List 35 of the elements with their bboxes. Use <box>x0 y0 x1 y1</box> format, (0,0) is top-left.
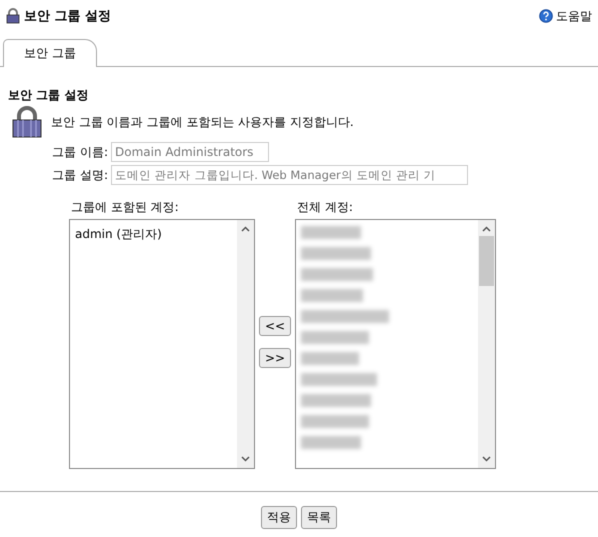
list-item[interactable]: admin (관리자) <box>75 226 232 243</box>
blurred-list-item <box>301 436 362 449</box>
blurred-list-item <box>301 289 364 302</box>
list-label: 그룹에 포함된 계정: <box>70 199 180 216</box>
scrollbar[interactable] <box>237 220 254 468</box>
action-button[interactable]: 적용 <box>261 506 297 529</box>
blurred-list-item <box>301 394 372 407</box>
scroll-up-icon[interactable] <box>482 226 492 232</box>
move-button[interactable]: >> <box>259 348 292 368</box>
blurred-list-item <box>301 352 360 365</box>
blurred-list-item <box>301 415 370 428</box>
move-button[interactable]: << <box>259 316 292 336</box>
blurred-list-item <box>301 331 370 344</box>
scrollbar[interactable] <box>478 220 496 468</box>
list-label: 전체 계정: <box>296 199 354 216</box>
lock-icon <box>6 8 20 24</box>
field-label: 그룹 이름: <box>51 144 108 160</box>
help-link[interactable]: 도움말 <box>539 8 592 24</box>
page-title: 보안 그룹 설정 <box>24 8 112 25</box>
blurred-list-item <box>301 226 362 239</box>
scroll-down-icon[interactable] <box>482 456 492 462</box>
text-field[interactable]: 도메인 관리자 그룹입니다. Web Manager의 도메인 관리 기 <box>111 165 468 185</box>
scroll-down-icon[interactable] <box>241 456 250 462</box>
blurred-list-item <box>301 247 372 260</box>
text-field[interactable]: Domain Administrators <box>111 142 269 162</box>
member-list[interactable]: admin (관리자) <box>69 219 255 469</box>
section-title: 보안 그룹 설정 <box>8 87 90 104</box>
field-label: 그룹 설명: <box>51 166 108 184</box>
description: 보안 그룹 이름과 그룹에 포함되는 사용자를 지정합니다. <box>51 114 354 130</box>
help-icon[interactable] <box>539 9 553 23</box>
scroll-up-icon[interactable] <box>241 226 250 232</box>
action-button[interactable]: 목록 <box>301 506 337 529</box>
scroll-thumb[interactable] <box>479 236 494 286</box>
lock-icon <box>11 106 43 138</box>
tab[interactable]: 보안 그룹 <box>3 39 97 67</box>
